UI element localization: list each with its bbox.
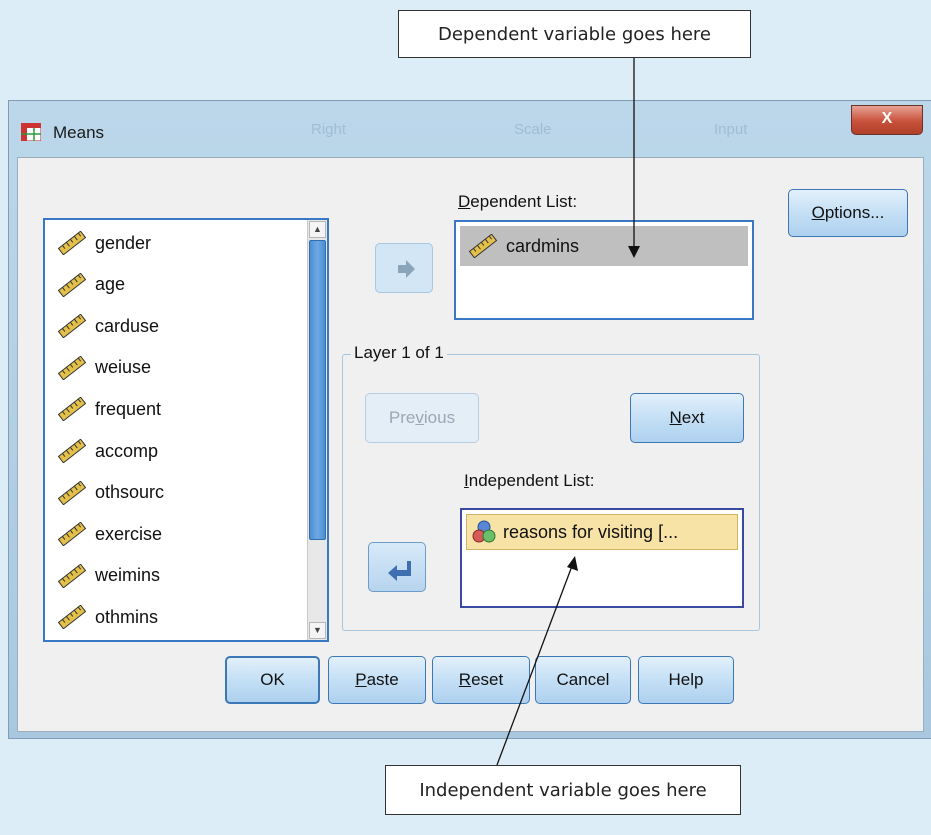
scale-ruler-icon xyxy=(57,480,87,505)
title-bar: Means Right Scale Input X xyxy=(9,101,931,157)
independent-list[interactable]: reasons for visiting [... xyxy=(460,508,744,608)
variable-list[interactable]: gender age carduse weiuse frequent accomp oths… xyxy=(43,218,329,642)
dependent-list-label: Dependent List: xyxy=(458,192,578,211)
left-arrow-icon xyxy=(388,561,411,581)
variable-label: frequent xyxy=(95,398,162,419)
variable-label: othsourc xyxy=(95,482,165,503)
right-arrow-icon xyxy=(398,260,415,278)
dependent-variable-name: cardmins xyxy=(506,235,580,256)
scale-ruler-icon xyxy=(57,397,87,422)
paste-button[interactable]: Paste xyxy=(328,656,426,704)
variable-item-othmins[interactable]: othmins xyxy=(57,602,158,632)
move-to-dependent-button[interactable] xyxy=(375,243,433,293)
nominal-circles-icon xyxy=(472,520,496,543)
variable-item-carduse[interactable]: carduse xyxy=(57,311,159,341)
variable-item-exercise[interactable]: exercise xyxy=(57,519,162,549)
variable-label: gender xyxy=(95,232,152,253)
scale-ruler-icon xyxy=(468,234,498,258)
background-label: Right xyxy=(311,121,347,138)
cancel-button[interactable]: Cancel xyxy=(535,656,631,704)
means-dialog: Means Right Scale Input X gender age cardu… xyxy=(8,100,931,739)
list-item[interactable]: cardmins xyxy=(460,226,748,266)
scale-ruler-icon xyxy=(57,272,87,297)
background-label: Scale xyxy=(514,121,552,138)
variable-item-gender[interactable]: gender xyxy=(57,228,151,258)
scale-ruler-icon xyxy=(57,563,87,588)
independent-callout: Independent variable goes here xyxy=(385,765,741,815)
variable-label: exercise xyxy=(95,523,163,544)
move-to-independent-button[interactable] xyxy=(368,542,426,592)
variable-label: weimins xyxy=(95,565,161,586)
close-icon: X xyxy=(881,110,893,127)
dependent-list[interactable]: cardmins xyxy=(454,220,754,320)
independent-list-label: Independent List: xyxy=(464,471,595,490)
table-icon xyxy=(21,123,41,141)
previous-button[interactable]: Previous xyxy=(365,393,479,443)
options-button[interactable]: Options... xyxy=(788,189,908,237)
variable-item-othsourc[interactable]: othsourc xyxy=(57,478,164,508)
dependent-callout: Dependent variable goes here xyxy=(398,10,751,58)
dialog-body: gender age carduse weiuse frequent accomp oths… xyxy=(17,157,924,732)
dialog-title: Means xyxy=(53,123,105,142)
variable-item-weiuse[interactable]: weiuse xyxy=(57,353,151,383)
variable-list-scrollbar[interactable]: ▲ ▼ xyxy=(307,220,327,640)
variable-label: age xyxy=(95,274,126,295)
scale-ruler-icon xyxy=(57,439,87,463)
independent-variable-name: reasons for visiting [... xyxy=(503,521,679,542)
variable-item-accomp[interactable]: accomp xyxy=(57,436,158,466)
variable-label: accomp xyxy=(95,440,159,461)
variable-label: othmins xyxy=(95,606,159,627)
variable-item-age[interactable]: age xyxy=(57,270,125,300)
reset-button[interactable]: Reset xyxy=(432,656,530,704)
close-button[interactable]: X xyxy=(851,105,923,135)
scroll-down-arrow[interactable]: ▼ xyxy=(309,622,326,639)
scale-ruler-icon xyxy=(57,522,87,547)
layer-label: Layer 1 of 1 xyxy=(351,343,447,363)
ok-button[interactable]: OK xyxy=(225,656,320,704)
help-button[interactable]: Help xyxy=(638,656,734,704)
next-button[interactable]: Next xyxy=(630,393,744,443)
scroll-thumb[interactable] xyxy=(309,240,326,540)
scale-ruler-icon xyxy=(57,314,87,339)
list-item[interactable]: reasons for visiting [... xyxy=(466,514,738,550)
scale-ruler-icon xyxy=(57,355,87,380)
variable-label: carduse xyxy=(95,315,160,336)
variable-item-weimins[interactable]: weimins xyxy=(57,561,160,591)
scale-ruler-icon xyxy=(57,231,87,255)
scale-ruler-icon xyxy=(57,605,87,630)
background-label: Input xyxy=(714,121,748,138)
variable-label: weiuse xyxy=(95,357,152,378)
scroll-up-arrow[interactable]: ▲ xyxy=(309,221,326,238)
variable-item-frequent[interactable]: frequent xyxy=(57,394,161,424)
